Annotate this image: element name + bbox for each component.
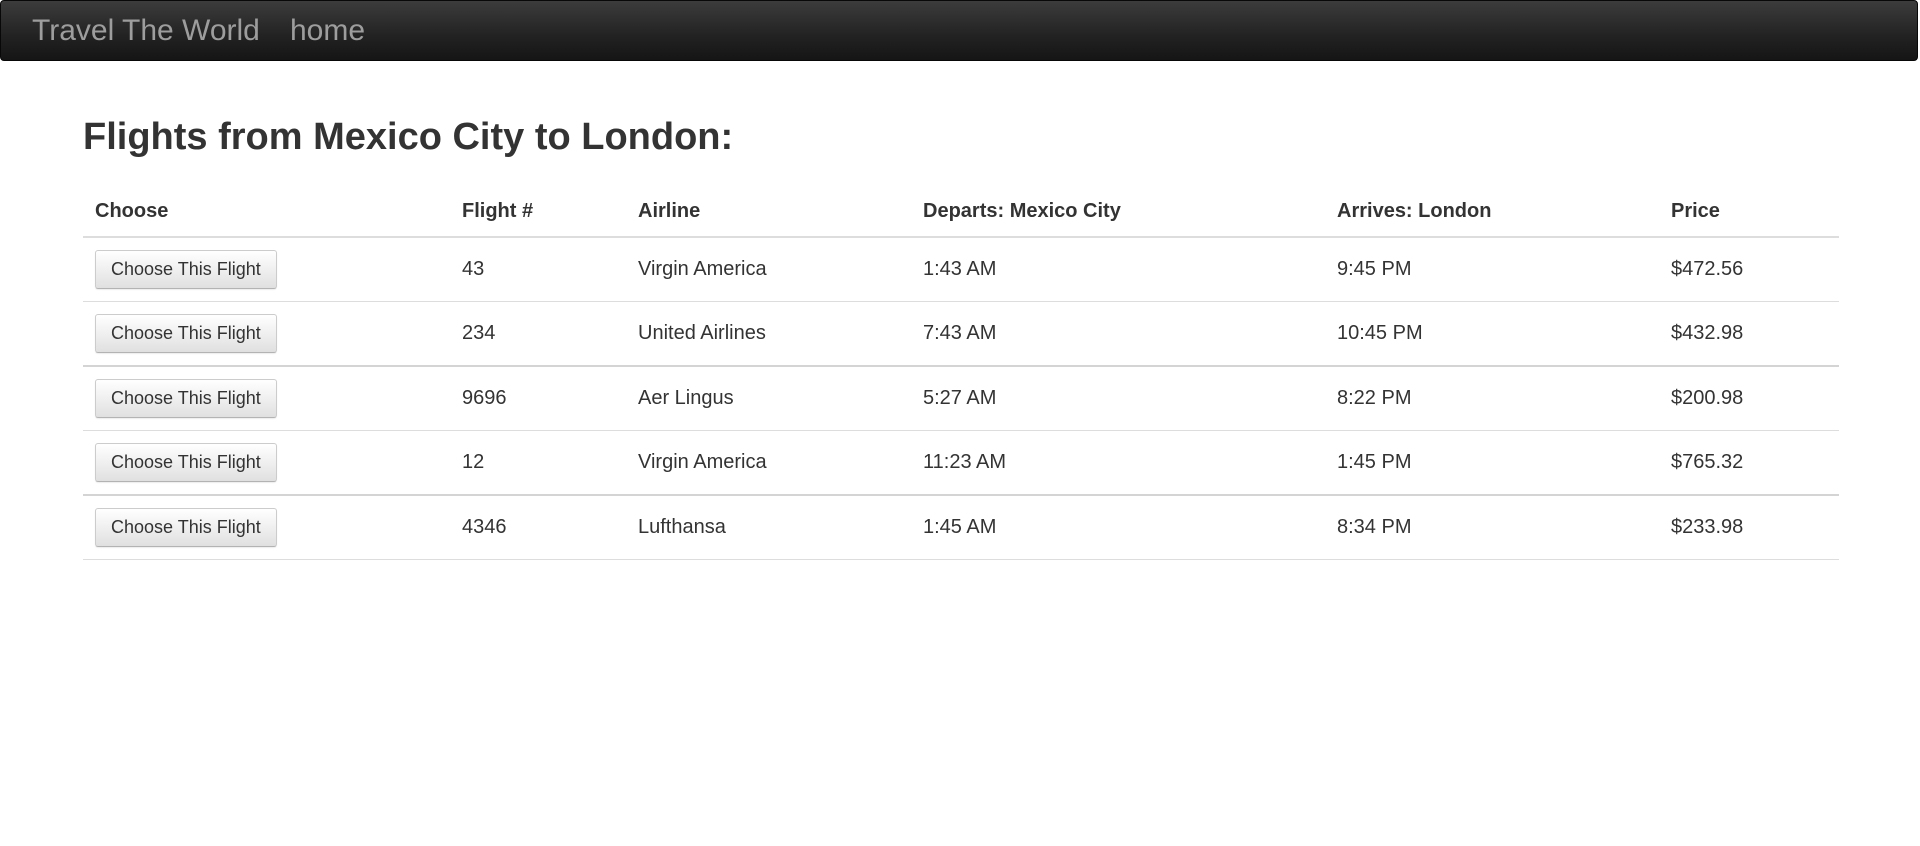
flight-number-cell: 234 xyxy=(450,301,626,367)
choose-flight-button[interactable]: Choose This Flight xyxy=(95,379,277,418)
top-navbar: Travel The World home xyxy=(0,0,1918,61)
choose-flight-button[interactable]: Choose This Flight xyxy=(95,443,277,482)
arrives-cell: 1:45 PM xyxy=(1325,430,1659,496)
nav-home-link[interactable]: home xyxy=(290,14,365,48)
flight-number-cell: 12 xyxy=(450,430,626,496)
arrives-cell: 8:34 PM xyxy=(1325,495,1659,560)
airline-cell: United Airlines xyxy=(626,301,911,367)
airline-cell: Virgin America xyxy=(626,237,911,302)
airline-cell: Virgin America xyxy=(626,430,911,496)
table-row: Choose This Flight 9696 Aer Lingus 5:27 … xyxy=(83,366,1839,431)
header-arrives: Arrives: London xyxy=(1325,186,1659,238)
departs-cell: 1:43 AM xyxy=(911,237,1325,302)
choose-cell: Choose This Flight xyxy=(83,430,450,496)
departs-cell: 7:43 AM xyxy=(911,301,1325,367)
choose-flight-button[interactable]: Choose This Flight xyxy=(95,508,277,547)
price-cell: $432.98 xyxy=(1659,301,1839,367)
departs-cell: 5:27 AM xyxy=(911,366,1325,431)
header-price: Price xyxy=(1659,186,1839,238)
choose-cell: Choose This Flight xyxy=(83,237,450,302)
airline-cell: Aer Lingus xyxy=(626,366,911,431)
price-cell: $233.98 xyxy=(1659,495,1839,560)
table-row: Choose This Flight 4346 Lufthansa 1:45 A… xyxy=(83,495,1839,560)
header-flight-number: Flight # xyxy=(450,186,626,238)
choose-cell: Choose This Flight xyxy=(83,495,450,560)
header-choose: Choose xyxy=(83,186,450,238)
flights-table: Choose Flight # Airline Departs: Mexico … xyxy=(83,186,1839,560)
table-header-row: Choose Flight # Airline Departs: Mexico … xyxy=(83,186,1839,238)
flight-number-cell: 43 xyxy=(450,237,626,302)
header-departs: Departs: Mexico City xyxy=(911,186,1325,238)
price-cell: $200.98 xyxy=(1659,366,1839,431)
arrives-cell: 10:45 PM xyxy=(1325,301,1659,367)
table-row: Choose This Flight 43 Virgin America 1:4… xyxy=(83,237,1839,302)
table-row: Choose This Flight 234 United Airlines 7… xyxy=(83,301,1839,367)
choose-cell: Choose This Flight xyxy=(83,301,450,367)
arrives-cell: 9:45 PM xyxy=(1325,237,1659,302)
table-row: Choose This Flight 12 Virgin America 11:… xyxy=(83,430,1839,496)
brand-link[interactable]: Travel The World xyxy=(32,14,260,48)
page-title: Flights from Mexico City to London: xyxy=(83,116,734,158)
choose-flight-button[interactable]: Choose This Flight xyxy=(95,314,277,353)
header-airline: Airline xyxy=(626,186,911,238)
departs-cell: 1:45 AM xyxy=(911,495,1325,560)
airline-cell: Lufthansa xyxy=(626,495,911,560)
departs-cell: 11:23 AM xyxy=(911,430,1325,496)
flight-number-cell: 9696 xyxy=(450,366,626,431)
price-cell: $472.56 xyxy=(1659,237,1839,302)
price-cell: $765.32 xyxy=(1659,430,1839,496)
choose-cell: Choose This Flight xyxy=(83,366,450,431)
arrives-cell: 8:22 PM xyxy=(1325,366,1659,431)
flight-number-cell: 4346 xyxy=(450,495,626,560)
choose-flight-button[interactable]: Choose This Flight xyxy=(95,250,277,289)
